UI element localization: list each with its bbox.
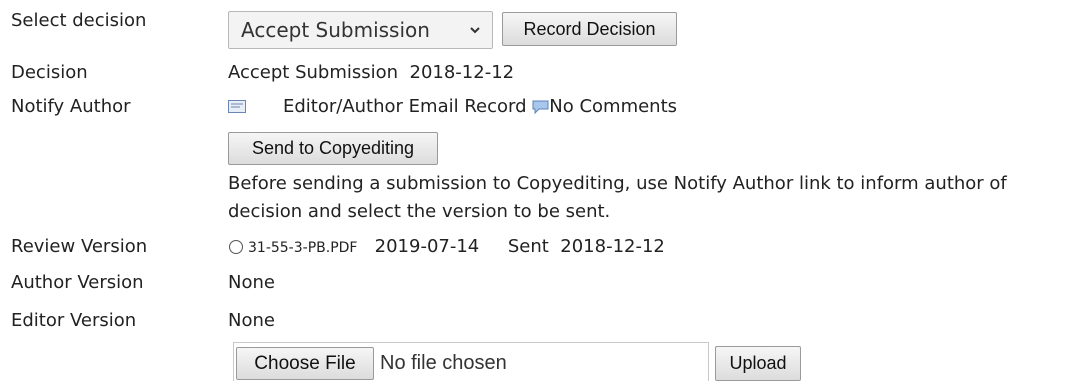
decision-label: Decision: [11, 62, 88, 83]
review-file-link[interactable]: 31-55-3-PB.PDF: [248, 240, 357, 256]
decision-value-group: Accept Submission 2018-12-12: [228, 60, 514, 86]
notify-links: Editor/Author Email Record No Comments: [283, 94, 677, 120]
review-version-label: Review Version: [11, 236, 148, 257]
author-version-label: Author Version: [11, 272, 144, 293]
review-sent-date: 2018-12-12: [560, 236, 665, 257]
send-to-copyediting-button[interactable]: Send to Copyediting: [228, 132, 438, 165]
notify-author-label: Notify Author: [11, 96, 131, 117]
email-record-link[interactable]: Editor/Author Email Record: [283, 96, 527, 117]
review-version-details: 31-55-3-PB.PDF 2019-07-14 Sent 2018-12-1…: [248, 234, 665, 261]
file-input[interactable]: Choose File No file chosen: [233, 342, 709, 381]
select-decision-label: Select decision: [11, 10, 147, 31]
review-file-date: 2019-07-14: [374, 236, 480, 257]
author-version-value: None: [228, 272, 275, 293]
no-comments-link[interactable]: No Comments: [549, 96, 677, 117]
comment-icon[interactable]: [532, 100, 549, 114]
choose-file-button[interactable]: Choose File: [236, 347, 374, 380]
decision-value: Accept Submission: [228, 62, 399, 83]
no-file-chosen-text: No file chosen: [380, 352, 507, 374]
review-version-radio[interactable]: [229, 240, 243, 254]
record-decision-button[interactable]: Record Decision: [502, 12, 677, 46]
upload-button[interactable]: Upload: [715, 346, 801, 381]
chevron-down-icon: [470, 27, 480, 34]
editor-version-label: Editor Version: [11, 310, 137, 331]
decision-select[interactable]: Accept Submission: [228, 11, 493, 49]
mail-icon[interactable]: [228, 100, 246, 113]
editor-version-value: None: [228, 310, 275, 331]
decision-select-value: Accept Submission: [241, 18, 430, 42]
copyediting-note: Before sending a submission to Copyediti…: [228, 173, 1007, 222]
review-sent-label: Sent: [507, 236, 549, 257]
decision-date: 2018-12-12: [409, 62, 515, 83]
